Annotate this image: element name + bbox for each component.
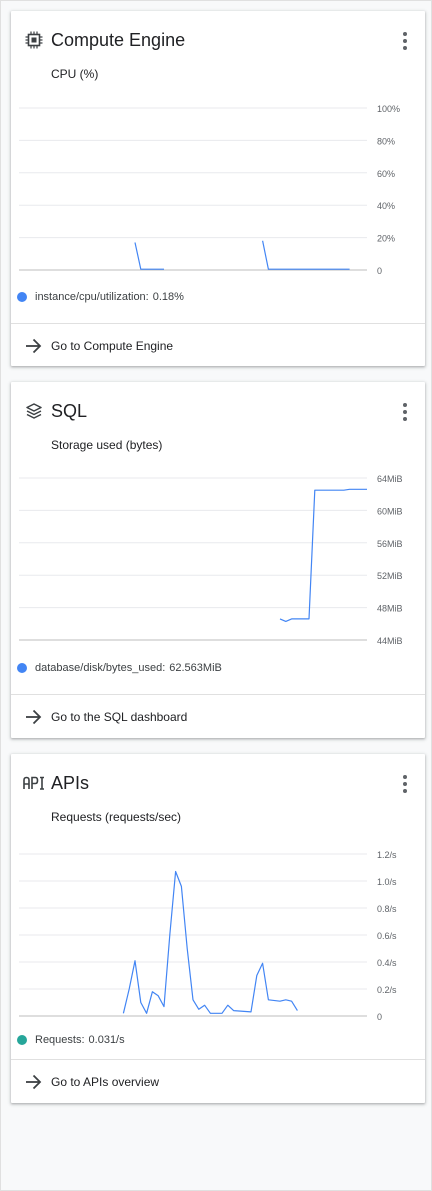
card-header: Compute Engine (11, 11, 425, 63)
legend-metric: instance/cpu/utilization: (35, 291, 149, 303)
y-tick-label: 40% (377, 201, 395, 211)
y-tick-label: 20% (377, 234, 395, 244)
card-title: APIs (51, 773, 90, 793)
card-header: SQL (11, 382, 425, 434)
y-tick-label: 0.6/s (377, 931, 397, 941)
card-title: Compute Engine (51, 30, 186, 50)
y-tick-label: 44MiB (377, 636, 403, 646)
legend-metric: Requests: (35, 1034, 85, 1046)
y-tick-label: 48MiB (377, 604, 403, 614)
go-to-apis-overview-link[interactable]: Go to APIs overview (11, 1060, 425, 1104)
apis-card: APIs Requests (requests/sec) 1.2/s 1.0/s 0… (11, 754, 425, 1103)
series-line (134, 242, 164, 270)
more-options-button[interactable] (395, 772, 415, 796)
chart-title: Storage used (bytes) (51, 438, 163, 452)
storage-chart: 64MiB60MiB56MiB52MiB48MiB44MiB1:301:452 … (19, 474, 403, 646)
go-to-compute-engine-link[interactable]: Go to Compute Engine (11, 324, 425, 368)
y-tick-label: 1.2/s (377, 850, 397, 860)
y-tick-label: 56MiB (377, 539, 403, 549)
y-tick-label: 0.8/s (377, 904, 397, 914)
cpu-chart: 100%80%60%40%20%01:301:452 PM2:15 (19, 104, 400, 276)
series-line (279, 488, 367, 622)
legend-metric: database/disk/bytes_used: (35, 662, 166, 674)
y-tick-label: 80% (377, 136, 395, 146)
compute-engine-card: Compute Engine CPU (%) 100% 80% 60% 40% 20% 0… (11, 11, 425, 366)
requests-chart: 1.2/s1.0/s0.8/s0.6/s0.4/s0.2/s01:301:452… (19, 850, 397, 1022)
y-tick-label: 0.2/s (377, 985, 397, 995)
chart-legend: database/disk/bytes_used: 62.563MiB (17, 659, 222, 677)
y-tick-label: 1.0/s (377, 877, 397, 887)
sql-card: SQL Storage used (bytes) 64MiB 60MiB 56MiB… (11, 382, 425, 738)
chart-title: Requests (requests/sec) (51, 810, 182, 824)
y-tick-label: 64MiB (377, 474, 403, 484)
chart-legend: instance/cpu/utilization: 0.18% (17, 288, 184, 306)
series-line (122, 870, 298, 1014)
layers-icon (24, 401, 44, 421)
y-tick-label: 100% (377, 104, 400, 114)
footer-label: Go to the SQL dashboard (51, 710, 188, 724)
more-options-button[interactable] (395, 400, 415, 424)
card-header: APIs (11, 754, 425, 806)
y-tick-label: 52MiB (377, 571, 403, 581)
chip-icon (24, 30, 44, 50)
footer-label: Go to APIs overview (51, 1075, 160, 1089)
arrow-right-icon (26, 1074, 42, 1090)
arrow-right-icon (26, 338, 42, 354)
y-tick-label: 60% (377, 169, 395, 179)
card-title: SQL (51, 401, 88, 421)
chart-legend: Requests: 0.031/s (17, 1031, 125, 1049)
footer-label: Go to Compute Engine (51, 339, 174, 353)
chart-title: CPU (%) (51, 67, 99, 81)
legend-dot (17, 1035, 27, 1045)
arrow-right-icon (26, 709, 42, 725)
api-icon (22, 773, 46, 793)
y-tick-label: 0 (377, 1012, 382, 1022)
legend-value: 0.031/s (88, 1034, 125, 1046)
more-options-button[interactable] (395, 29, 415, 53)
legend-dot (17, 292, 27, 302)
series-line (262, 240, 350, 270)
y-tick-label: 0 (377, 266, 382, 276)
y-tick-label: 60MiB (377, 506, 403, 516)
legend-dot (17, 663, 27, 673)
go-to-sql-dashboard-link[interactable]: Go to the SQL dashboard (11, 695, 425, 739)
legend-value: 0.18% (152, 291, 184, 303)
legend-value: 62.563MiB (169, 662, 222, 674)
y-tick-label: 0.4/s (377, 958, 397, 968)
